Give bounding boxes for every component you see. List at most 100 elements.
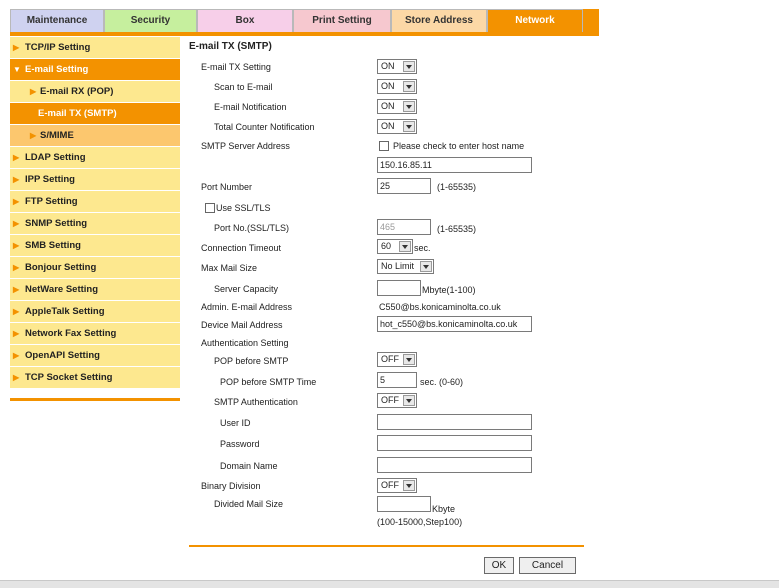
tab-store-address[interactable]: Store Address — [391, 9, 487, 32]
chevron-down-icon — [399, 241, 411, 252]
tab-bar-extension — [583, 9, 599, 32]
sidebar-item-bonjour[interactable]: ▶ Bonjour Setting — [10, 257, 180, 278]
sidebar-item-email[interactable]: ▼ E-mail Setting — [10, 59, 180, 80]
email-tx-setting-select[interactable]: ON — [377, 59, 417, 74]
sidebar: ▶ TCP/IP Setting ▼ E-mail Setting ▶ E-mail … — [10, 37, 180, 389]
sidebar-item-label: NetWare Setting — [25, 284, 99, 295]
scan-to-email-label: Scan to E-mail — [214, 82, 273, 92]
user-id-input[interactable] — [377, 414, 532, 430]
sidebar-item-email-rx[interactable]: ▶ E-mail RX (POP) — [10, 81, 180, 102]
sidebar-item-network-fax[interactable]: ▶ Network Fax Setting — [10, 323, 180, 344]
total-counter-select[interactable]: ON — [377, 119, 417, 134]
sidebar-item-netware[interactable]: ▶ NetWare Setting — [10, 279, 180, 300]
password-label: Password — [220, 439, 260, 449]
ok-button[interactable]: OK — [484, 557, 514, 574]
sidebar-item-tcpip[interactable]: ▶ TCP/IP Setting — [10, 37, 180, 58]
chevron-down-icon — [403, 61, 415, 72]
server-capacity-unit: Mbyte(1-100) — [422, 285, 476, 295]
tab-box[interactable]: Box — [197, 9, 293, 32]
use-ssl-checkbox[interactable] — [205, 203, 215, 213]
divided-mail-size-label: Divided Mail Size — [214, 499, 284, 509]
password-input[interactable] — [377, 435, 532, 451]
binary-division-label: Binary Division — [201, 481, 261, 491]
select-value: OFF — [381, 395, 399, 405]
sidebar-item-smime[interactable]: ▶ S/MIME — [10, 125, 180, 146]
arrow-right-icon: ▶ — [13, 373, 20, 382]
sidebar-item-openapi[interactable]: ▶ OpenAPI Setting — [10, 345, 180, 366]
arrow-right-icon: ▶ — [13, 263, 20, 272]
auth-setting-label: Authentication Setting — [201, 338, 289, 348]
arrow-right-icon: ▶ — [30, 87, 37, 96]
admin-email-value: C550@bs.konicaminolta.co.uk — [379, 302, 501, 312]
pop-before-smtp-label: POP before SMTP — [214, 356, 289, 366]
domain-name-label: Domain Name — [220, 461, 278, 471]
cancel-button[interactable]: Cancel — [519, 557, 576, 574]
smtp-server-label: SMTP Server Address — [201, 141, 290, 151]
pop-time-label: POP before SMTP Time — [220, 377, 317, 387]
max-mail-size-label: Max Mail Size — [201, 263, 258, 273]
chevron-down-icon — [403, 121, 415, 132]
max-mail-size-select[interactable]: No Limit — [377, 259, 434, 274]
device-mail-input[interactable]: hot_c550@bs.konicaminolta.co.uk — [377, 316, 532, 332]
pop-before-smtp-select[interactable]: OFF — [377, 352, 417, 367]
sidebar-item-appletalk[interactable]: ▶ AppleTalk Setting — [10, 301, 180, 322]
sidebar-item-label: Bonjour Setting — [25, 262, 97, 273]
divided-mail-unit: Kbyte — [432, 504, 456, 514]
tab-network[interactable]: Network — [487, 9, 583, 32]
use-ssl-label: Use SSL/TLS — [216, 203, 271, 213]
arrow-right-icon: ▶ — [13, 307, 20, 316]
connection-timeout-select[interactable]: 60 — [377, 239, 413, 254]
sidebar-item-label: SNMP Setting — [25, 218, 88, 229]
arrow-right-icon: ▶ — [13, 153, 20, 162]
divided-mail-size-input[interactable] — [377, 496, 431, 512]
port-range-hint: (1-65535) — [437, 182, 477, 192]
chevron-down-icon — [403, 395, 415, 406]
binary-division-select[interactable]: OFF — [377, 478, 417, 493]
port-number-label: Port Number — [201, 182, 253, 192]
tab-security[interactable]: Security — [104, 9, 197, 32]
select-value: 60 — [381, 241, 392, 251]
sidebar-item-ipp[interactable]: ▶ IPP Setting — [10, 169, 180, 190]
server-capacity-input[interactable] — [377, 280, 421, 296]
smtp-server-input[interactable]: 150.16.85.11 — [377, 157, 532, 173]
arrow-right-icon: ▶ — [13, 285, 20, 294]
email-notification-select[interactable]: ON — [377, 99, 417, 114]
arrow-right-icon: ▶ — [13, 351, 20, 360]
email-tx-setting-label: E-mail TX Setting — [201, 62, 271, 72]
sidebar-item-tcp-socket[interactable]: ▶ TCP Socket Setting — [10, 367, 180, 388]
pop-time-unit: sec. (0-60) — [420, 377, 464, 387]
select-value: ON — [381, 81, 395, 91]
sidebar-item-smb[interactable]: ▶ SMB Setting — [10, 235, 180, 256]
device-mail-label: Device Mail Address — [201, 320, 283, 330]
pop-time-input[interactable]: 5 — [377, 372, 417, 388]
top-tab-bar: Maintenance Security Box Print Setting S… — [10, 9, 583, 32]
chevron-down-icon — [403, 480, 415, 491]
port-number-input[interactable]: 25 — [377, 178, 431, 194]
sidebar-item-label: OpenAPI Setting — [25, 350, 100, 361]
domain-name-input[interactable] — [377, 457, 532, 473]
sidebar-item-ftp[interactable]: ▶ FTP Setting — [10, 191, 180, 212]
port-ssl-input[interactable]: 465 — [377, 219, 431, 235]
footer-divider — [189, 545, 584, 547]
sidebar-item-email-tx[interactable]: ▶ E-mail TX (SMTP) — [10, 103, 180, 124]
sidebar-item-ldap[interactable]: ▶ LDAP Setting — [10, 147, 180, 168]
tab-maintenance[interactable]: Maintenance — [10, 9, 104, 32]
sidebar-item-label: S/MIME — [40, 130, 74, 141]
email-notification-label: E-mail Notification — [214, 102, 287, 112]
select-value: No Limit — [381, 261, 415, 271]
scan-to-email-select[interactable]: ON — [377, 79, 417, 94]
chevron-down-icon — [403, 81, 415, 92]
arrow-right-icon: ▶ — [13, 197, 20, 206]
smtp-auth-select[interactable]: OFF — [377, 393, 417, 408]
port-ssl-label: Port No.(SSL/TLS) — [214, 223, 290, 233]
page-title: E-mail TX (SMTP) — [189, 41, 272, 52]
divided-mail-range-hint: (100-15000,Step100) — [377, 517, 463, 527]
sidebar-item-snmp[interactable]: ▶ SNMP Setting — [10, 213, 180, 234]
arrow-down-icon: ▼ — [13, 65, 21, 74]
host-name-checkbox[interactable] — [379, 141, 389, 151]
sidebar-divider — [10, 398, 180, 401]
tab-print-setting[interactable]: Print Setting — [293, 9, 391, 32]
arrow-right-icon: ▶ — [13, 43, 20, 52]
sidebar-item-label: TCP Socket Setting — [25, 372, 113, 383]
arrow-right-icon: ▶ — [13, 329, 20, 338]
